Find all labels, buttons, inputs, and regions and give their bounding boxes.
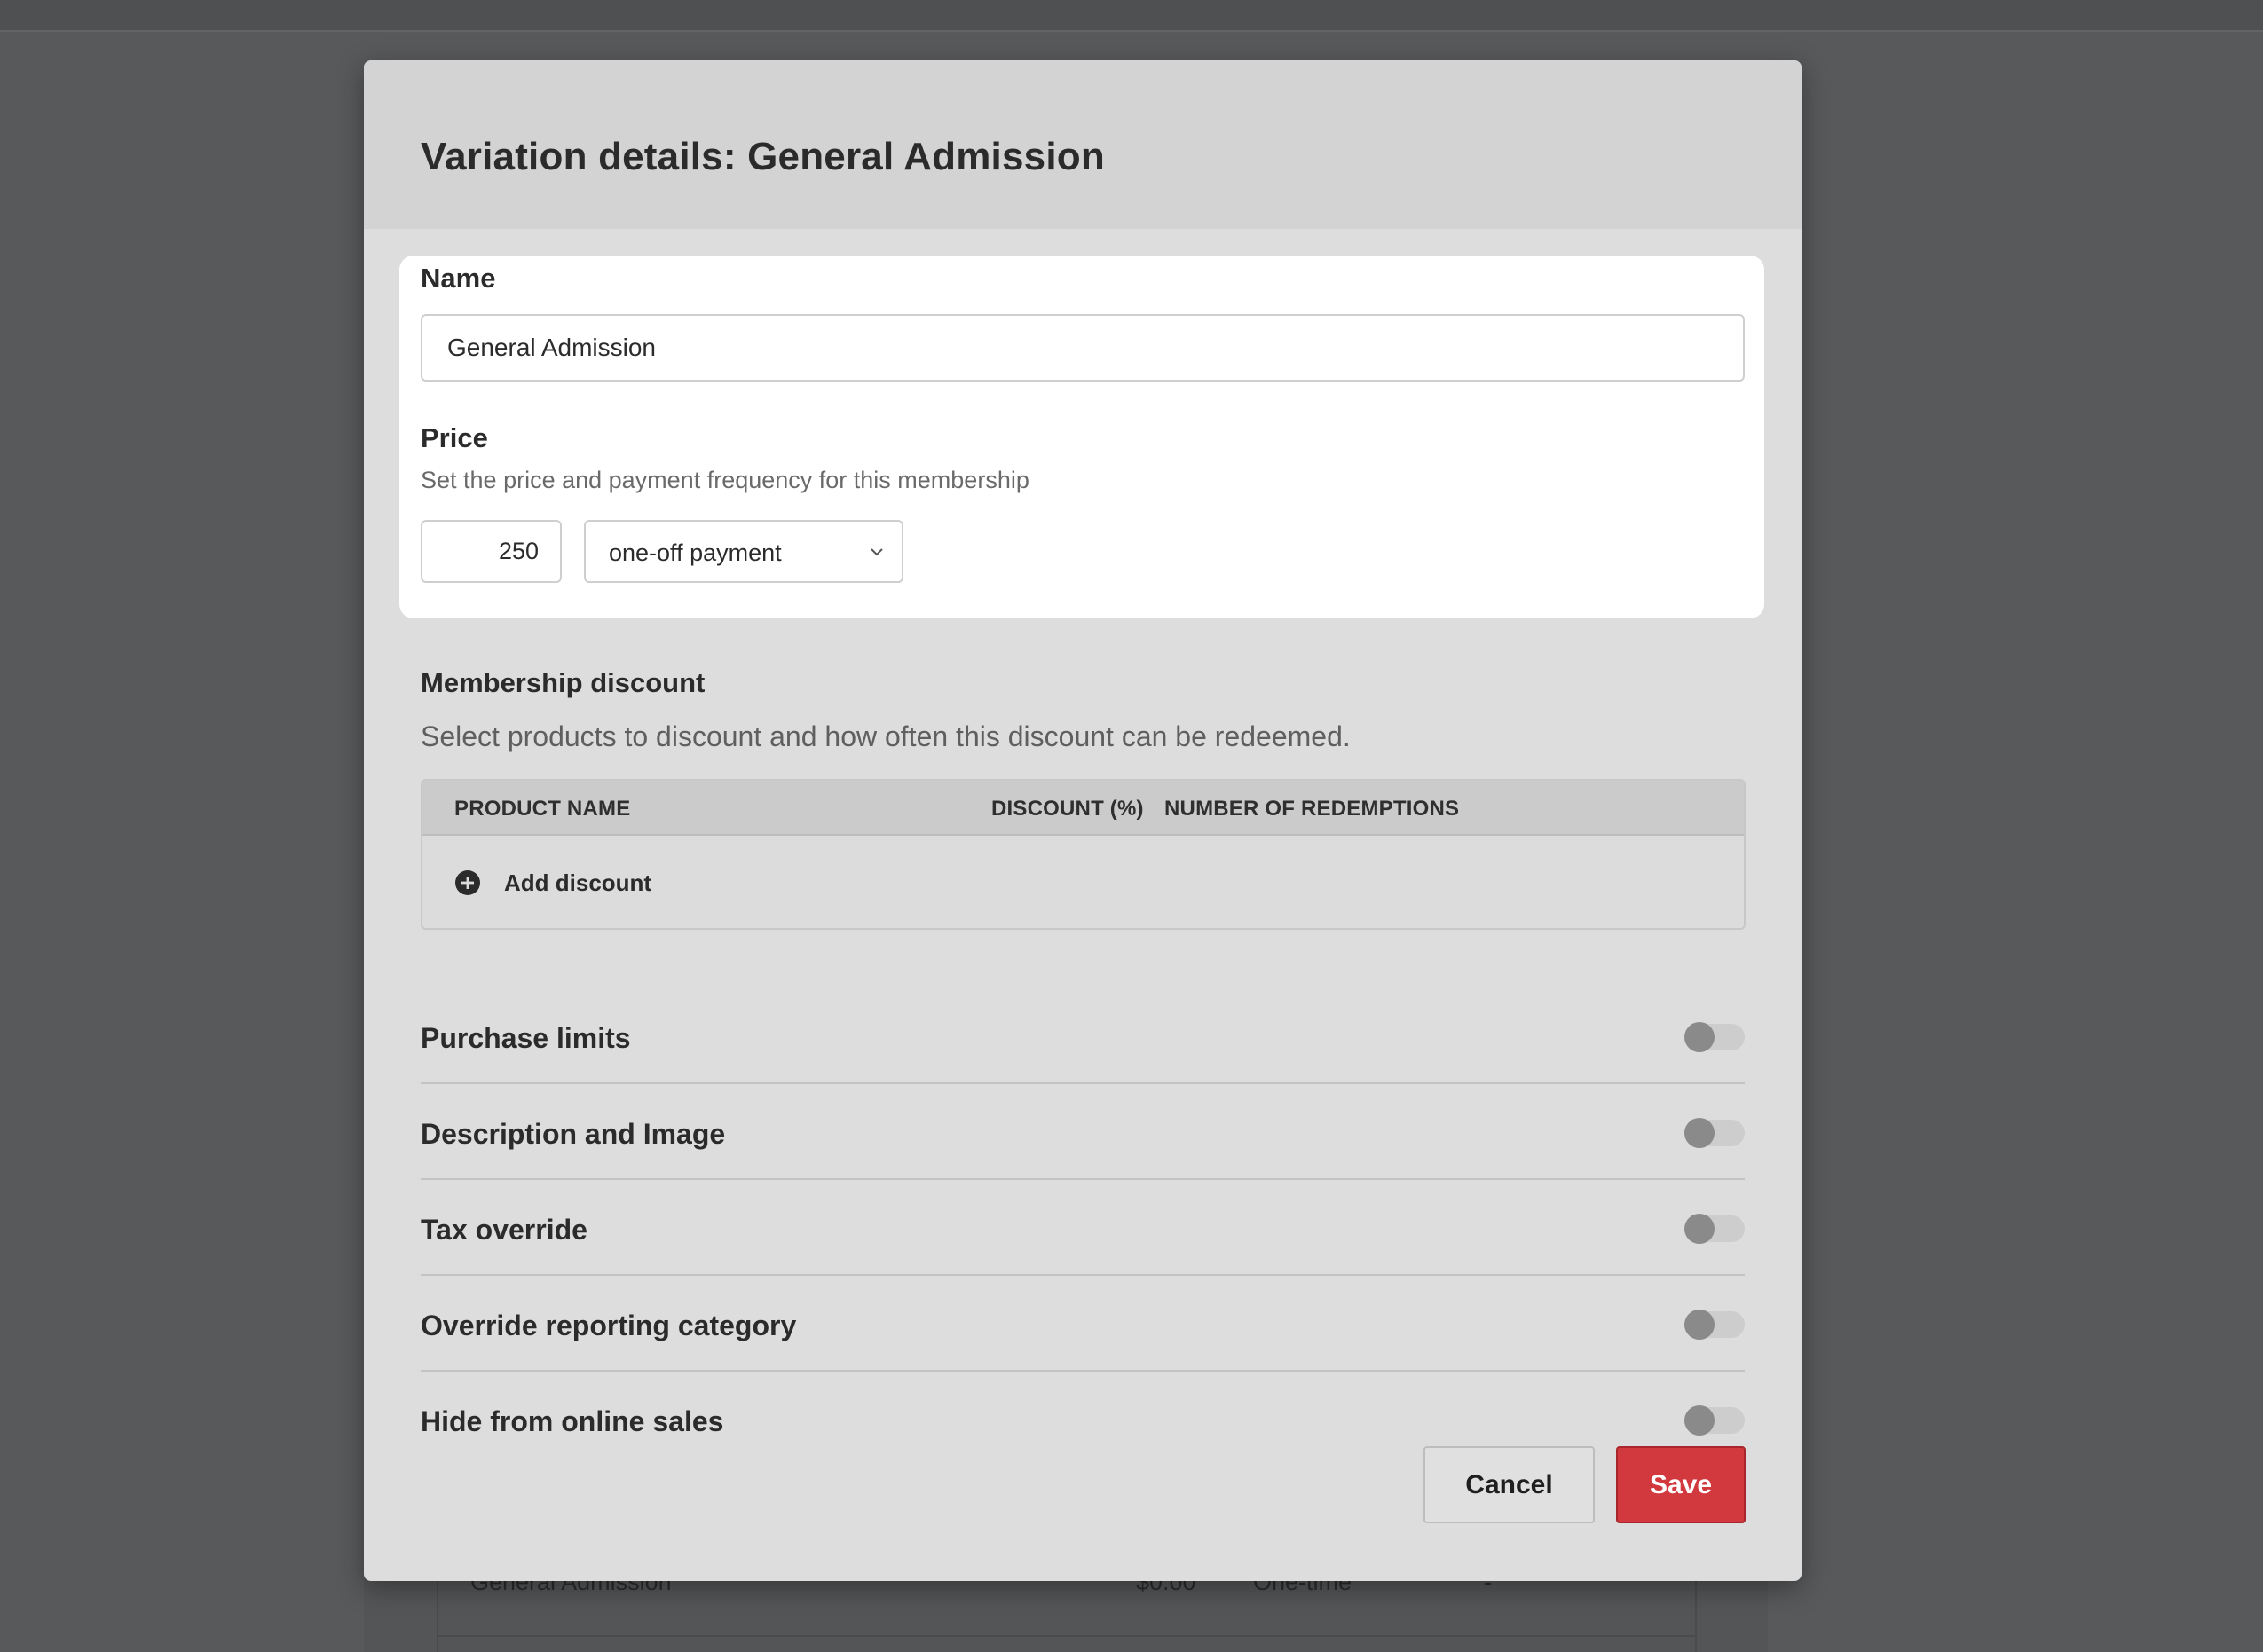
name-label: Name xyxy=(421,263,496,294)
cancel-button[interactable]: Cancel xyxy=(1423,1446,1595,1523)
toggle-knob xyxy=(1684,1022,1715,1052)
add-discount-button[interactable]: Add discount xyxy=(454,869,651,897)
discount-table-header: PRODUCT NAME DISCOUNT (%) NUMBER OF REDE… xyxy=(422,781,1744,836)
name-input[interactable] xyxy=(421,314,1745,382)
toggle-knob xyxy=(1684,1310,1715,1340)
toggle-row-tax-override: Tax override xyxy=(421,1180,1745,1276)
plus-circle-icon xyxy=(455,870,480,895)
toggle-knob xyxy=(1684,1214,1715,1244)
override-reporting-category-label: Override reporting category xyxy=(421,1310,797,1341)
description-and-image-toggle[interactable] xyxy=(1684,1118,1745,1148)
save-button[interactable]: Save xyxy=(1616,1446,1746,1523)
background-top-bar xyxy=(0,0,2263,32)
tax-override-label: Tax override xyxy=(421,1214,587,1246)
variation-details-modal: Variation details: General Admission Nam… xyxy=(364,60,1802,1581)
membership-discount-title: Membership discount xyxy=(421,667,706,698)
modal-header: Variation details: General Admission xyxy=(364,60,1802,229)
price-label: Price xyxy=(421,422,488,453)
description-and-image-label: Description and Image xyxy=(421,1118,726,1150)
hide-from-online-sales-label: Hide from online sales xyxy=(421,1405,724,1437)
price-amount-input[interactable] xyxy=(421,520,562,583)
purchase-limits-label: Purchase limits xyxy=(421,1022,631,1054)
toggle-knob xyxy=(1684,1118,1715,1148)
discount-table: PRODUCT NAME DISCOUNT (%) NUMBER OF REDE… xyxy=(421,779,1746,930)
column-product-name: PRODUCT NAME xyxy=(454,797,631,821)
toggle-row-override-reporting-category: Override reporting category xyxy=(421,1276,1745,1372)
add-discount-label: Add discount xyxy=(504,869,652,896)
background-row-divider xyxy=(437,1635,1697,1637)
column-number-of-redemptions: NUMBER OF REDEMPTIONS xyxy=(1164,797,1460,821)
column-discount-percent: DISCOUNT (%) xyxy=(991,797,1144,821)
modal-title: Variation details: General Admission xyxy=(421,135,1105,178)
hide-from-online-sales-toggle[interactable] xyxy=(1684,1405,1745,1436)
membership-discount-description: Select products to discount and how ofte… xyxy=(421,720,1351,752)
toggle-row-purchase-limits: Purchase limits xyxy=(421,988,1745,1084)
payment-frequency-select[interactable]: one-off payment xyxy=(584,520,903,583)
override-reporting-category-toggle[interactable] xyxy=(1684,1310,1745,1340)
tax-override-toggle[interactable] xyxy=(1684,1214,1745,1244)
price-help-text: Set the price and payment frequency for … xyxy=(421,467,1029,493)
chevron-down-icon xyxy=(871,548,883,556)
toggle-row-description-and-image: Description and Image xyxy=(421,1084,1745,1180)
payment-frequency-value: one-off payment xyxy=(609,539,782,566)
purchase-limits-toggle[interactable] xyxy=(1684,1022,1745,1052)
toggle-knob xyxy=(1684,1405,1715,1436)
